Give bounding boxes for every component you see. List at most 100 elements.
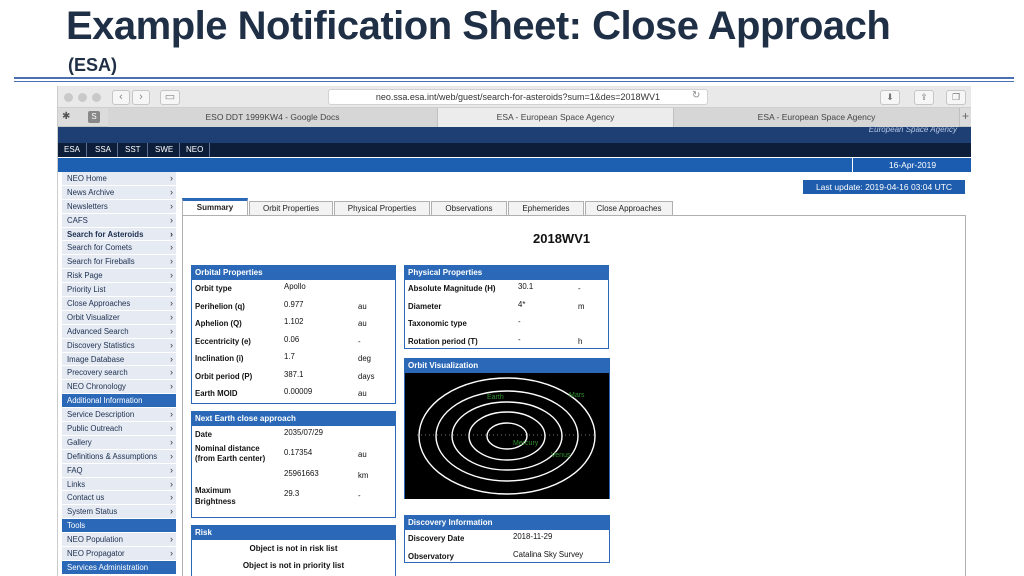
panel-header: Physical Properties (405, 266, 608, 280)
sidebar-item[interactable]: NEO Chronology (62, 380, 176, 395)
sidebar-item[interactable]: Precovery search (62, 366, 176, 381)
sidebar-item[interactable]: Definitions & Assumptions (62, 449, 176, 464)
risk-panel: Risk Object is not in risk list Object i… (191, 525, 396, 576)
sidebar-item[interactable]: News Archive (62, 185, 176, 200)
sidebar-item[interactable]: Search for Fireballs (62, 255, 176, 270)
date-value: 2035/07/29 (284, 428, 324, 437)
sidebar-item[interactable]: Service Description (62, 408, 176, 423)
tab-observations[interactable]: Observations (431, 201, 507, 216)
sidebar-item[interactable]: Discovery Statistics (62, 338, 176, 353)
sidebar-item[interactable]: NEO Population (62, 533, 176, 548)
earth-label: Earth (487, 394, 504, 401)
topnav-sst[interactable]: SST (119, 143, 148, 157)
download-icon[interactable]: ⬇ (880, 90, 900, 105)
s-extension-icon[interactable]: S (88, 111, 100, 123)
sidebar-item[interactable]: System Status (62, 505, 176, 520)
tabs-overview-icon[interactable]: ❐ (946, 90, 966, 105)
mercury-label: Mercury (513, 440, 539, 447)
panel-header: Orbit Visualization (405, 359, 609, 373)
sidebar-item[interactable]: Links (62, 477, 176, 492)
sidebar-item[interactable]: Close Approaches (62, 297, 176, 311)
sidebar-item[interactable]: Image Database (62, 352, 176, 367)
sidebar-item[interactable]: Contact us (62, 491, 176, 506)
sidebar-item[interactable]: Risk Page (62, 269, 176, 284)
topnav-esa[interactable]: ESA (58, 143, 88, 157)
topnav-neo[interactable]: NEO (180, 143, 211, 157)
topnav-swe[interactable]: SWE (149, 143, 181, 157)
tab-close-approaches[interactable]: Close Approaches (585, 201, 673, 216)
distance-au-unit: au (358, 450, 367, 459)
orbit-visualization-panel: Orbit Visualization Earth Mars Mercury V… (404, 358, 610, 499)
brightness-value: 29.3 (284, 489, 300, 498)
sidebar-section-header[interactable]: Additional Information (62, 394, 176, 409)
tab-summary[interactable]: Summary (182, 198, 248, 216)
sidebar-item[interactable]: Orbit Visualizer (62, 310, 176, 325)
banner-text: European Space Agency (868, 125, 957, 134)
tab-physical-properties[interactable]: Physical Properties (334, 201, 430, 216)
property-value: Apollo (284, 282, 306, 291)
sidebar-item[interactable]: Public Outreach (62, 422, 176, 436)
physical-properties-panel: Physical Properties Absolute Magnitude (… (404, 265, 609, 349)
next-close-approach-panel: Next Earth close approach Date 2035/07/2… (191, 411, 396, 518)
orbit-visualization-canvas[interactable]: Earth Mars Mercury Venus (405, 373, 609, 499)
property-key: Aphelion (Q) (195, 319, 242, 328)
sidebar-item[interactable]: Newsletters (62, 199, 176, 214)
brightness-key-sub: Brightness (195, 497, 236, 506)
property-unit: days (358, 371, 375, 381)
property-key: Discovery Date (408, 534, 465, 543)
site-banner: European Space Agency (58, 125, 971, 143)
tab-ephemerides[interactable]: Ephemerides (508, 201, 584, 216)
sidebar-item[interactable]: Gallery (62, 435, 176, 450)
venus-label: Venus (551, 452, 571, 459)
title-divider (14, 77, 1014, 79)
risk-list-status: Object is not in risk list (249, 544, 338, 553)
property-unit: au (358, 301, 367, 311)
sidebar-section-header[interactable]: Tools (62, 519, 176, 534)
sidebar-item[interactable]: Priority List (62, 283, 176, 298)
sidebar-item[interactable]: NEO Home (62, 172, 176, 186)
property-key: Perihelion (q) (195, 301, 245, 311)
reload-icon[interactable]: ↻ (692, 90, 700, 101)
sidebar-toggle-icon[interactable]: ▭ (160, 90, 180, 105)
brightness-key: Maximum (195, 486, 231, 495)
property-value: - (518, 334, 521, 344)
forward-icon[interactable]: › (132, 90, 150, 105)
property-row: Eccentricity (e) 0.06 - (192, 333, 395, 351)
browser-tab[interactable]: ESO DDT 1999KW4 - Google Docs (108, 108, 438, 127)
minimize-window-dot[interactable] (78, 93, 87, 102)
sidebar-item[interactable]: Search for Asteroids (62, 227, 176, 242)
property-row: Inclination (i) 1.7 deg (192, 350, 395, 368)
browser-tab-active[interactable]: ESA - European Space Agency (438, 108, 674, 127)
property-key: Diameter (408, 301, 442, 311)
panel-header: Discovery Information (405, 516, 609, 530)
panel-header: Next Earth close approach (192, 412, 395, 426)
distance-key: Nominal distance (195, 444, 260, 453)
sidebar-item[interactable]: Search for Comets (62, 241, 176, 256)
sidebar-section-header[interactable]: Services Administration (62, 560, 176, 575)
brightness-unit: - (358, 491, 361, 500)
back-icon[interactable]: ‹ (112, 90, 130, 105)
sidebar-item[interactable]: Advanced Search (62, 324, 176, 339)
sidebar-item[interactable]: FAQ (62, 463, 176, 478)
property-key: Eccentricity (e) (195, 336, 251, 346)
close-window-dot[interactable] (64, 93, 73, 102)
property-key: Inclination (i) (195, 354, 244, 363)
title-divider-thin (14, 81, 1014, 82)
sidebar-item[interactable]: NEO Propagator (62, 547, 176, 561)
property-key: Taxonomic type (408, 319, 467, 328)
current-date: 16-Apr-2019 (852, 158, 971, 172)
property-key: Orbit period (P) (195, 371, 253, 381)
sidebar-item[interactable]: CAFS (62, 213, 176, 228)
tab-orbit-properties[interactable]: Orbit Properties (249, 201, 333, 216)
new-tab-icon[interactable]: + (962, 109, 969, 123)
priority-list-status: Object is not in priority list (242, 561, 345, 570)
distance-key-sub: (from Earth center) (195, 454, 266, 463)
zoom-window-dot[interactable] (92, 93, 101, 102)
share-icon[interactable]: ⇪ (914, 90, 934, 105)
extension-icon[interactable]: ✱ (62, 111, 70, 122)
panel-header: Orbital Properties (192, 266, 395, 280)
slide-subtitle: (ESA) (68, 55, 117, 75)
topnav-ssa[interactable]: SSA (89, 143, 119, 157)
address-bar[interactable]: neo.ssa.esa.int/web/guest/search-for-ast… (328, 89, 708, 105)
discovery-information-panel: Discovery Information Discovery Date 2018… (404, 515, 610, 563)
